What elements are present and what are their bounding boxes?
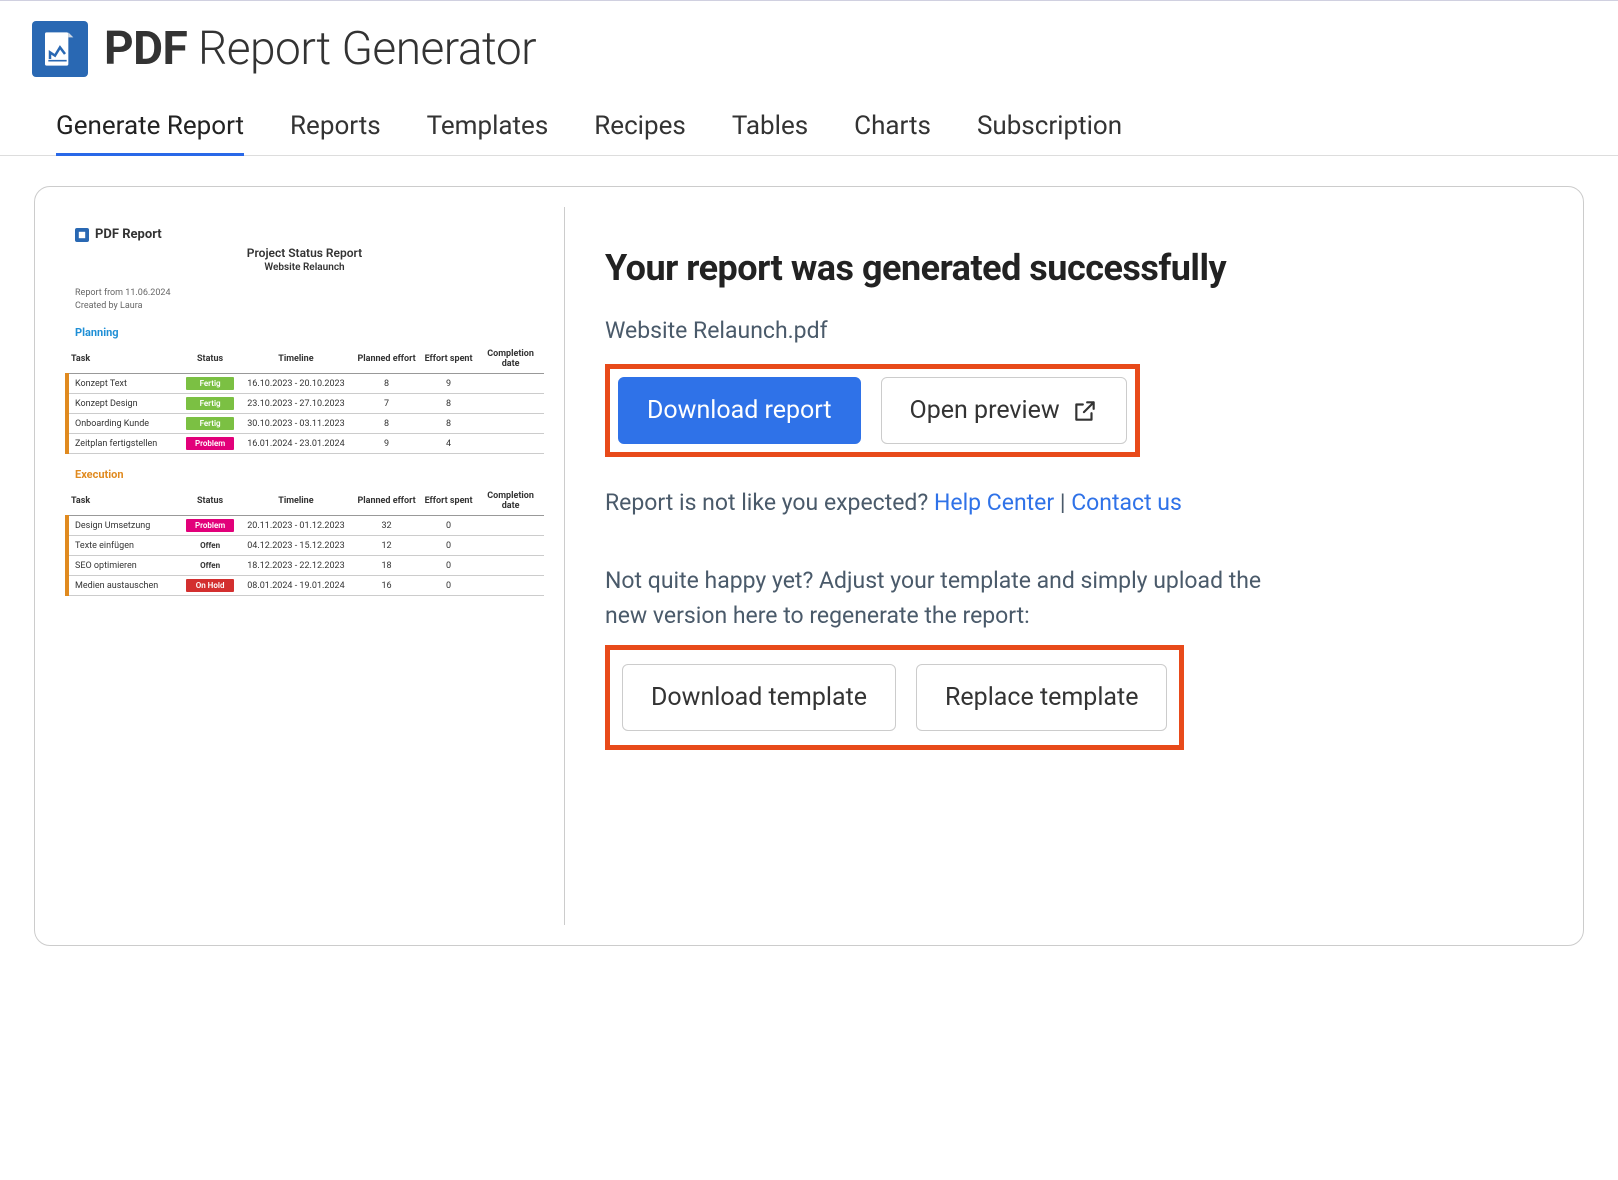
status-badge: Fertig bbox=[186, 397, 234, 410]
help-line: Report is not like you expected? Help Ce… bbox=[605, 489, 1553, 516]
table-row: Konzept TextFertig16.10.2023 - 20.10.202… bbox=[67, 374, 544, 394]
help-center-link[interactable]: Help Center bbox=[934, 489, 1054, 516]
table-header: Status bbox=[181, 345, 238, 374]
primary-actions-highlight: Download report Open preview bbox=[605, 364, 1140, 457]
table-row: Texte einfügenOffen04.12.2023 - 15.12.20… bbox=[67, 536, 544, 556]
tab-subscription[interactable]: Subscription bbox=[977, 99, 1122, 155]
preview-header: PDF Report bbox=[65, 227, 544, 242]
table-header: Timeline bbox=[239, 487, 353, 516]
success-heading: Your report was generated successfully bbox=[605, 247, 1553, 289]
contact-us-link[interactable]: Contact us bbox=[1071, 489, 1182, 516]
table-header: Task bbox=[67, 345, 181, 374]
table-header: Planned effort bbox=[353, 487, 420, 516]
app-title: PDF Report Generator bbox=[104, 22, 536, 76]
table-header: Planned effort bbox=[353, 345, 420, 374]
main-tabs: Generate Report Reports Templates Recipes Ta… bbox=[0, 87, 1618, 156]
download-template-button[interactable]: Download template bbox=[622, 664, 896, 731]
tab-recipes[interactable]: Recipes bbox=[594, 99, 686, 155]
replace-template-button[interactable]: Replace template bbox=[916, 664, 1167, 731]
content-card: PDF Report Project Status Report Website… bbox=[34, 186, 1584, 946]
tab-charts[interactable]: Charts bbox=[854, 99, 931, 155]
table-header: Effort spent bbox=[420, 487, 477, 516]
open-preview-button[interactable]: Open preview bbox=[881, 377, 1127, 444]
download-report-button[interactable]: Download report bbox=[618, 377, 861, 444]
external-link-icon bbox=[1072, 398, 1098, 424]
status-badge: Problem bbox=[186, 437, 234, 450]
table-header: Timeline bbox=[239, 345, 353, 374]
tab-reports[interactable]: Reports bbox=[290, 99, 381, 155]
table-row: SEO optimierenOffen18.12.2023 - 22.12.20… bbox=[67, 556, 544, 576]
tab-generate-report[interactable]: Generate Report bbox=[56, 99, 244, 155]
table-header: Completion date bbox=[477, 345, 544, 374]
table-header: Effort spent bbox=[420, 345, 477, 374]
status-badge: Offen bbox=[186, 539, 234, 552]
table-header: Status bbox=[181, 487, 238, 516]
status-badge: Fertig bbox=[186, 377, 234, 390]
preview-section-execution: Execution bbox=[65, 468, 544, 481]
table-header: Completion date bbox=[477, 487, 544, 516]
status-badge: On Hold bbox=[186, 579, 234, 592]
status-badge: Fertig bbox=[186, 417, 234, 430]
result-column: Your report was generated successfully W… bbox=[585, 207, 1553, 925]
app-header: PDF Report Generator bbox=[0, 1, 1618, 87]
table-row: Medien austauschenOn Hold08.01.2024 - 19… bbox=[67, 576, 544, 596]
generated-filename: Website Relaunch.pdf bbox=[605, 317, 1553, 344]
status-badge: Offen bbox=[186, 559, 234, 572]
report-preview-column: PDF Report Project Status Report Website… bbox=[65, 207, 565, 925]
table-row: Zeitplan fertigstellenProblem16.01.2024 … bbox=[67, 434, 544, 454]
table-row: Design UmsetzungProblem20.11.2023 - 01.1… bbox=[67, 516, 544, 536]
tab-tables[interactable]: Tables bbox=[732, 99, 808, 155]
status-badge: Problem bbox=[186, 519, 234, 532]
preview-title: Project Status Report bbox=[65, 246, 544, 260]
document-icon bbox=[75, 228, 89, 242]
tab-templates[interactable]: Templates bbox=[427, 99, 549, 155]
preview-head-label: PDF Report bbox=[95, 227, 162, 242]
report-preview-document: PDF Report Project Status Report Website… bbox=[65, 217, 544, 606]
preview-meta: Report from 11.06.2024 Created by Laura bbox=[65, 287, 544, 312]
preview-subtitle: Website Relaunch bbox=[65, 262, 544, 273]
preview-table-execution: TaskStatusTimelinePlanned effortEffort s… bbox=[65, 487, 544, 596]
app-logo-icon bbox=[32, 21, 88, 77]
preview-table-planning: TaskStatusTimelinePlanned effortEffort s… bbox=[65, 345, 544, 454]
table-row: Onboarding KundeFertig30.10.2023 - 03.11… bbox=[67, 414, 544, 434]
adjust-template-text: Not quite happy yet? Adjust your templat… bbox=[605, 564, 1305, 633]
template-actions-highlight: Download template Replace template bbox=[605, 645, 1184, 750]
preview-section-planning: Planning bbox=[65, 326, 544, 339]
table-header: Task bbox=[67, 487, 181, 516]
table-row: Konzept DesignFertig23.10.2023 - 27.10.2… bbox=[67, 394, 544, 414]
